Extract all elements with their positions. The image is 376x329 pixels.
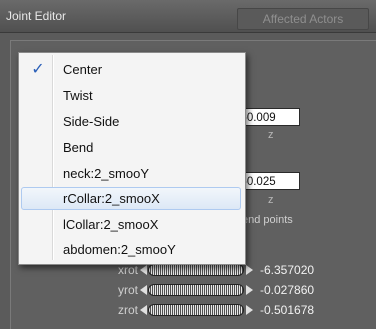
decrement-arrow-icon[interactable] <box>140 305 147 315</box>
checkmark-icon: ✓ <box>31 61 45 78</box>
end-points-text: end points <box>242 214 293 226</box>
menu-item-abdomen[interactable]: abdomen:2_smooY <box>21 238 241 261</box>
z-axis-label-1: z <box>268 129 274 141</box>
menu-item-label: Center <box>63 62 103 77</box>
menu-item-rcollar[interactable]: rCollar:2_smooX <box>21 187 241 210</box>
increment-arrow-icon[interactable] <box>246 305 253 315</box>
menu-item-label: Side-Side <box>63 114 120 129</box>
xrot-label: xrot <box>118 263 139 277</box>
increment-arrow-icon[interactable] <box>246 285 253 295</box>
yrot-value: -0.027860 <box>260 283 315 297</box>
z-value-field-2[interactable]: -0.025 <box>240 172 300 190</box>
decrement-arrow-icon[interactable] <box>140 285 147 295</box>
decrement-arrow-icon[interactable] <box>140 265 147 275</box>
z-value-field-1[interactable]: -0.009 <box>240 108 300 126</box>
menu-item-neck[interactable]: neck:2_smooY <box>21 162 241 185</box>
menu-item-side-side[interactable]: Side-Side <box>21 110 241 133</box>
yrot-slider[interactable] <box>148 284 244 296</box>
menu-item-label: abdomen:2_smooY <box>63 242 176 257</box>
yrot-label: yrot <box>118 283 139 297</box>
tab-affected-actors[interactable]: Affected Actors <box>237 8 369 30</box>
menu-item-bend[interactable]: Bend <box>21 136 241 159</box>
menu-item-label: rCollar:2_smooX <box>63 191 160 206</box>
menu-item-label: Bend <box>63 140 94 155</box>
menu-item-label: neck:2_smooY <box>63 166 149 181</box>
xrot-value: -6.357020 <box>260 263 315 277</box>
menu-item-twist[interactable]: Twist <box>21 84 241 107</box>
z-axis-label-2: z <box>268 194 274 206</box>
menu-item-center[interactable]: ✓ Center <box>21 58 241 81</box>
title-bar: Joint Editor Affected Actors <box>0 0 376 33</box>
joint-type-popup-menu: ✓ Center Twist Side-Side Bend neck:2_smo… <box>18 52 246 265</box>
zrot-row: zrot -0.501678 <box>110 302 370 320</box>
xrot-slider[interactable] <box>148 264 244 276</box>
yrot-row: yrot -0.027860 <box>110 282 370 300</box>
zrot-value: -0.501678 <box>260 303 315 317</box>
zrot-label: zrot <box>118 303 139 317</box>
menu-item-label: lCollar:2_smooX <box>63 217 159 232</box>
window-title: Joint Editor <box>6 9 67 23</box>
menu-item-lcollar[interactable]: lCollar:2_smooX <box>21 213 241 236</box>
menu-item-label: Twist <box>63 88 93 103</box>
zrot-slider[interactable] <box>148 304 244 316</box>
increment-arrow-icon[interactable] <box>246 265 253 275</box>
